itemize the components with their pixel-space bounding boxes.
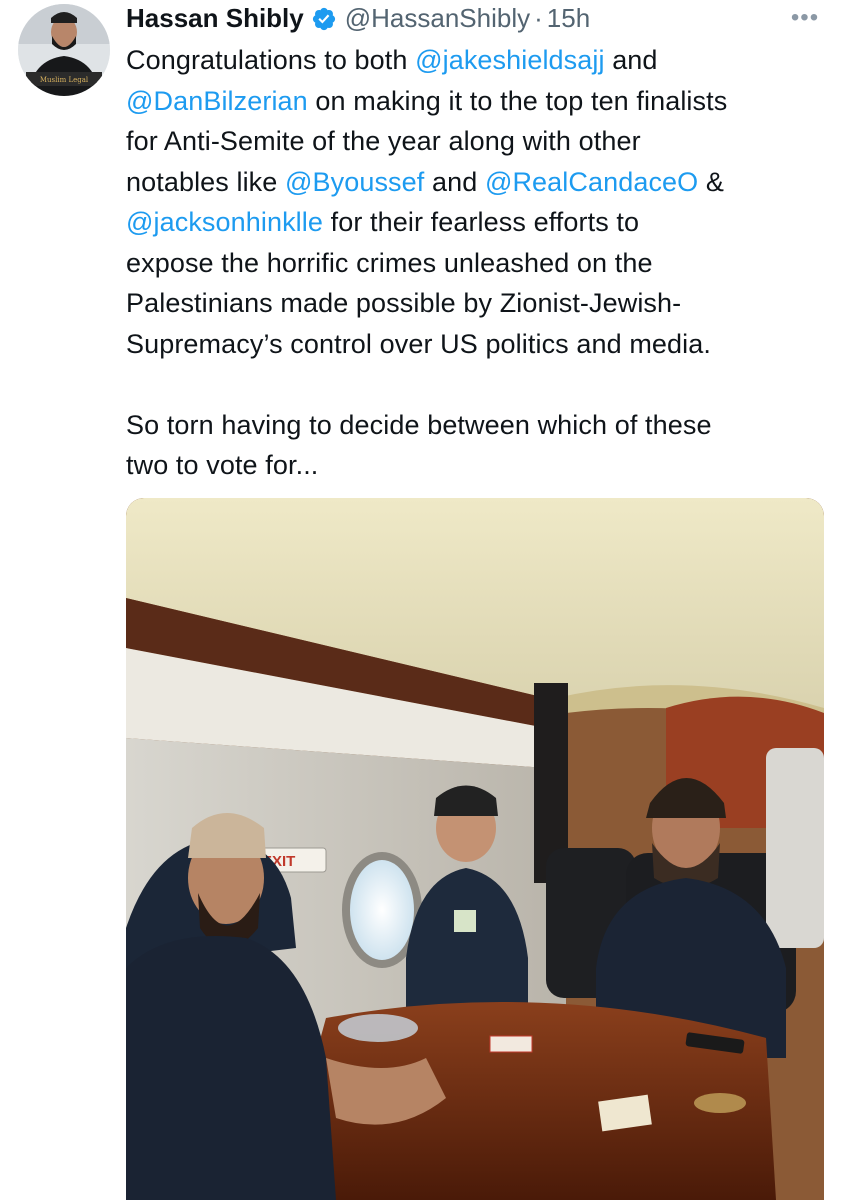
text-segment: and [424, 166, 485, 197]
text-segment: expose the horrific crimes unleashed on … [126, 247, 653, 278]
separator-dot: · [534, 3, 543, 33]
text-segment: & [698, 166, 724, 197]
avatar-image: Muslim Legal [18, 4, 110, 96]
tweet-text: Congratulations to both @jakeshieldsajj … [126, 40, 826, 486]
text-segment: Palestinians made possible by Zionist-Je… [126, 288, 682, 318]
mention-jakeshieldsajj[interactable]: @jakeshieldsajj [415, 45, 605, 75]
more-horizontal-icon[interactable]: ••• [788, 0, 822, 36]
tweet-photo[interactable]: EXIT [126, 498, 824, 1200]
mention-danbilzerian[interactable]: @DanBilzerian [126, 86, 308, 116]
mention-byoussef[interactable]: @Byoussef [285, 167, 424, 197]
photo-jet-cabin-card-game: EXIT [126, 498, 824, 1200]
mention-realcandaceo[interactable]: @RealCandaceO [485, 167, 698, 197]
text-segment: So torn having to decide between which o… [126, 409, 712, 440]
text-segment: for Anti-Semite of the year along with o… [126, 126, 641, 156]
text-segment: for their fearless efforts to [323, 207, 640, 237]
author-handle[interactable]: @HassanShibly [345, 0, 530, 36]
mention-jacksonhinklle[interactable]: @jacksonhinklle [126, 207, 323, 237]
author-avatar[interactable]: Muslim Legal [18, 4, 110, 96]
text-segment: two to vote for... [126, 450, 319, 480]
verified-badge-icon [311, 5, 337, 31]
tweet-header: Hassan Shibly @HassanShibly · 15h ••• [126, 0, 826, 36]
text-segment: on making it to the top ten finalists [307, 85, 728, 116]
avatar-logo-text: Muslim Legal [40, 76, 89, 84]
author-name[interactable]: Hassan Shibly [126, 0, 304, 36]
tweet-timestamp[interactable]: 15h [547, 0, 590, 36]
tweet[interactable]: Hassan Shibly @HassanShibly · 15h ••• Co… [126, 0, 826, 486]
text-segment: and [604, 45, 658, 75]
text-segment: notables like [126, 166, 285, 197]
text-segment: Supremacy’s control over US politics and… [126, 328, 711, 359]
text-segment: Congratulations to both [126, 45, 416, 75]
